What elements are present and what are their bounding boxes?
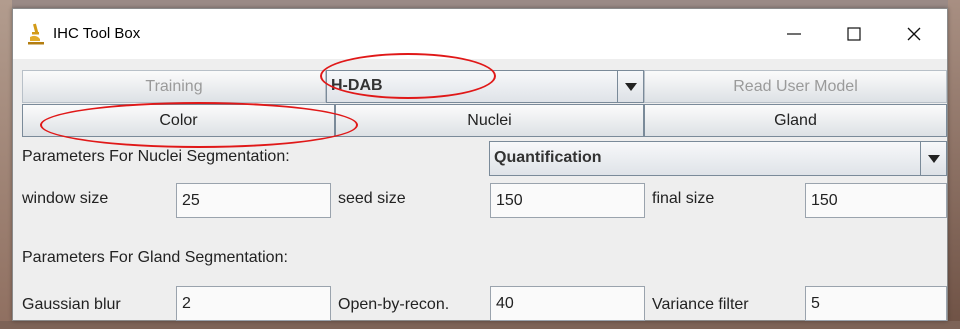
window-size-label: window size (22, 190, 109, 207)
gaussian-blur-label: Gaussian blur (22, 296, 121, 313)
desktop-background-bottom (0, 321, 960, 329)
chevron-down-icon (624, 82, 637, 91)
title-bar[interactable]: IHC Tool Box (13, 9, 947, 59)
stain-select-value: H-DAB (331, 77, 383, 94)
app-window: IHC Tool Box Training H-DAB Read User Mo… (12, 8, 948, 321)
seed-size-label: seed size (338, 190, 406, 207)
minimize-button[interactable] (771, 9, 817, 59)
training-button[interactable]: Training (22, 70, 326, 103)
read-user-model-button[interactable]: Read User Model (644, 70, 947, 103)
gaussian-blur-field[interactable]: 2 (176, 286, 331, 321)
tab-nuclei[interactable]: Nuclei (335, 104, 644, 137)
open-by-recon-field[interactable]: 40 (490, 286, 645, 321)
seed-size-field[interactable]: 150 (490, 183, 645, 218)
window-title: IHC Tool Box (53, 25, 141, 42)
gland-params-header: Parameters For Gland Segmentation: (22, 249, 288, 266)
final-size-label: final size (652, 190, 715, 207)
chevron-down-icon (927, 154, 940, 163)
open-by-recon-label: Open-by-recon. (338, 296, 450, 313)
mode-select-dropdown[interactable] (920, 142, 946, 175)
maximize-icon (847, 27, 861, 41)
nuclei-params-header: Parameters For Nuclei Segmentation: (22, 148, 290, 165)
stain-select-dropdown[interactable] (617, 71, 643, 102)
desktop-background-right (948, 0, 960, 329)
final-size-field[interactable]: 150 (805, 183, 947, 218)
close-button[interactable] (891, 9, 937, 59)
variance-filter-field[interactable]: 5 (805, 286, 947, 321)
tab-color[interactable]: Color (22, 104, 335, 137)
tab-gland[interactable]: Gland (644, 104, 947, 137)
maximize-button[interactable] (831, 9, 877, 59)
stain-select[interactable]: H-DAB (326, 70, 644, 103)
microscope-icon (28, 23, 44, 45)
mode-select[interactable]: Quantification (489, 141, 947, 176)
minimize-icon (787, 33, 801, 35)
variance-filter-label: Variance filter (652, 296, 749, 313)
close-icon (907, 27, 921, 41)
content-panel: Training H-DAB Read User Model Color Nuc… (13, 59, 947, 321)
mode-select-value: Quantification (494, 149, 602, 166)
desktop-background (0, 0, 12, 329)
window-size-field[interactable]: 25 (176, 183, 331, 218)
